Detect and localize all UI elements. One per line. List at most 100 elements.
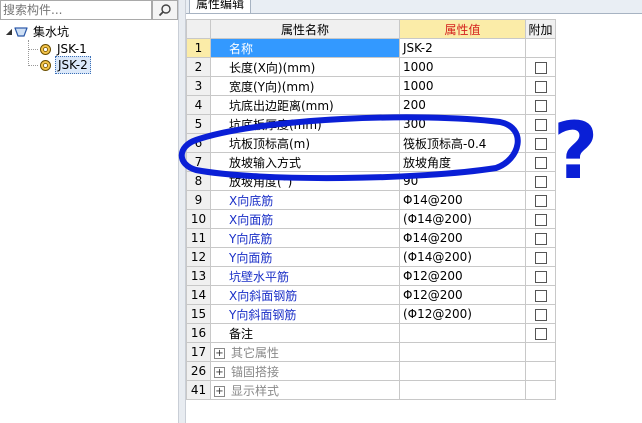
property-name[interactable]: 长度(X向)(mm) xyxy=(210,57,400,77)
table-row[interactable]: 2 长度(X向)(mm) 1000 xyxy=(186,57,556,77)
property-value[interactable]: 300 xyxy=(399,114,526,134)
gear-icon xyxy=(38,42,52,56)
property-value[interactable]: Φ12@200 xyxy=(399,285,526,305)
table-row[interactable]: 4 坑底出边距离(mm) 200 xyxy=(186,95,556,115)
property-value[interactable]: Φ12@200 xyxy=(399,266,526,286)
group-label: 锚固搭接 xyxy=(231,364,280,379)
tree-connector xyxy=(28,40,29,66)
collapse-triangle-icon[interactable]: ◢ xyxy=(4,24,14,40)
table-row[interactable]: 14 X向斜面钢筋 Φ12@200 xyxy=(186,285,556,305)
property-value xyxy=(399,342,526,362)
extra-checkbox[interactable] xyxy=(534,251,547,264)
extra-checkbox[interactable] xyxy=(534,213,547,226)
extra-checkbox[interactable] xyxy=(534,175,547,188)
property-value[interactable]: Φ14@200 xyxy=(399,228,526,248)
property-name[interactable]: 放坡角度(°) xyxy=(210,171,400,191)
extra-checkbox[interactable] xyxy=(534,137,547,150)
table-row[interactable]: 10 X向面筋 (Φ14@200) xyxy=(186,209,556,229)
row-number: 4 xyxy=(186,95,211,115)
header-property-value[interactable]: 属性值 xyxy=(399,19,526,39)
property-name[interactable]: 宽度(Y向)(mm) xyxy=(210,76,400,96)
table-row[interactable]: 11 Y向底筋 Φ14@200 xyxy=(186,228,556,248)
extra-checkbox[interactable] xyxy=(534,327,547,340)
property-name[interactable]: 放坡输入方式 xyxy=(210,152,400,172)
property-name[interactable]: Y向底筋 xyxy=(210,228,400,248)
property-value[interactable]: (Φ14@200) xyxy=(399,247,526,267)
row-number: 10 xyxy=(186,209,211,229)
property-name[interactable]: Y向面筋 xyxy=(210,247,400,267)
row-number: 15 xyxy=(186,304,211,324)
tree-node-jsk-1[interactable]: JSK-1 xyxy=(38,41,89,57)
row-number: 13 xyxy=(186,266,211,286)
extra-checkbox[interactable] xyxy=(534,80,547,93)
table-row[interactable]: 3 宽度(Y向)(mm) 1000 xyxy=(186,76,556,96)
group-cell[interactable]: + 其它属性 xyxy=(210,342,400,362)
tree-node-root[interactable]: ◢ 集水坑 xyxy=(4,24,71,40)
group-row[interactable]: 26 + 锚固搭接 xyxy=(186,361,556,381)
property-value[interactable]: 筏板顶标高-0.4 xyxy=(399,133,526,153)
panel-splitter[interactable] xyxy=(178,0,186,423)
row-number: 5 xyxy=(186,114,211,134)
property-value[interactable]: 放坡角度 xyxy=(399,152,526,172)
property-value[interactable]: 90 xyxy=(399,171,526,191)
property-name[interactable]: X向面筋 xyxy=(210,209,400,229)
row-number: 11 xyxy=(186,228,211,248)
table-row[interactable]: 5 坑底板厚度(mm) 300 xyxy=(186,114,556,134)
search-input[interactable] xyxy=(1,1,149,18)
extra-checkbox[interactable] xyxy=(534,156,547,169)
header-extra[interactable]: 附加 xyxy=(525,19,556,39)
expand-plus-icon[interactable]: + xyxy=(214,347,225,359)
property-name[interactable]: 坑板顶标高(m) xyxy=(210,133,400,153)
property-name[interactable]: 坑底板厚度(mm) xyxy=(210,114,400,134)
property-value[interactable]: JSK-2 xyxy=(399,38,526,58)
table-row[interactable]: 7 放坡输入方式 放坡角度 xyxy=(186,152,556,172)
property-name[interactable]: 坑底出边距离(mm) xyxy=(210,95,400,115)
extra-checkbox[interactable] xyxy=(534,194,547,207)
table-row[interactable]: 12 Y向面筋 (Φ14@200) xyxy=(186,247,556,267)
property-value[interactable]: (Φ14@200) xyxy=(399,209,526,229)
property-value[interactable] xyxy=(399,323,526,343)
property-value[interactable]: 1000 xyxy=(399,57,526,77)
property-grid: 属性名称 属性值 附加 1 名称 JSK-2 2 长度(X向)(mm) 1000… xyxy=(186,19,556,400)
expand-plus-icon[interactable]: + xyxy=(214,366,225,378)
extra-checkbox[interactable] xyxy=(534,61,547,74)
tree-node-jsk-2[interactable]: JSK-2 xyxy=(38,56,91,74)
property-name[interactable]: 备注 xyxy=(210,323,400,343)
property-name[interactable]: Y向斜面钢筋 xyxy=(210,304,400,324)
property-name[interactable]: 坑壁水平筋 xyxy=(210,266,400,286)
extra-checkbox[interactable] xyxy=(534,232,547,245)
property-name[interactable]: X向斜面钢筋 xyxy=(210,285,400,305)
group-label: 其它属性 xyxy=(231,345,280,360)
search-box[interactable] xyxy=(0,0,152,20)
extra-checkbox[interactable] xyxy=(534,308,547,321)
extra-checkbox[interactable] xyxy=(534,118,547,131)
property-value[interactable]: (Φ12@200) xyxy=(399,304,526,324)
table-row[interactable]: 6 坑板顶标高(m) 筏板顶标高-0.4 xyxy=(186,133,556,153)
table-row[interactable]: 9 X向底筋 Φ14@200 xyxy=(186,190,556,210)
table-row[interactable]: 16 备注 xyxy=(186,323,556,343)
group-row[interactable]: 41 + 显示样式 xyxy=(186,380,556,400)
group-cell[interactable]: + 锚固搭接 xyxy=(210,361,400,381)
tree-item-label: JSK-1 xyxy=(57,42,87,56)
property-name[interactable]: 名称 xyxy=(210,38,400,58)
group-row[interactable]: 17 + 其它属性 xyxy=(186,342,556,362)
header-property-name[interactable]: 属性名称 xyxy=(210,19,400,39)
extra-checkbox[interactable] xyxy=(534,99,547,112)
table-row[interactable]: 15 Y向斜面钢筋 (Φ12@200) xyxy=(186,304,556,324)
component-tree-panel: ◢ 集水坑 JSK-1 JSK-2 xyxy=(0,0,178,423)
property-value[interactable]: 1000 xyxy=(399,76,526,96)
table-row[interactable]: 8 放坡角度(°) 90 xyxy=(186,171,556,191)
search-button[interactable] xyxy=(152,0,178,20)
property-value[interactable]: 200 xyxy=(399,95,526,115)
property-value[interactable]: Φ14@200 xyxy=(399,190,526,210)
group-cell[interactable]: + 显示样式 xyxy=(210,380,400,400)
row-number: 1 xyxy=(186,38,211,58)
table-row[interactable]: 1 名称 JSK-2 xyxy=(186,38,556,58)
property-name[interactable]: X向底筋 xyxy=(210,190,400,210)
extra-checkbox[interactable] xyxy=(534,270,547,283)
row-number: 12 xyxy=(186,247,211,267)
tab-property-editor[interactable]: 属性编辑 xyxy=(189,0,252,13)
table-row[interactable]: 13 坑壁水平筋 Φ12@200 xyxy=(186,266,556,286)
expand-plus-icon[interactable]: + xyxy=(214,385,225,397)
extra-checkbox[interactable] xyxy=(534,289,547,302)
